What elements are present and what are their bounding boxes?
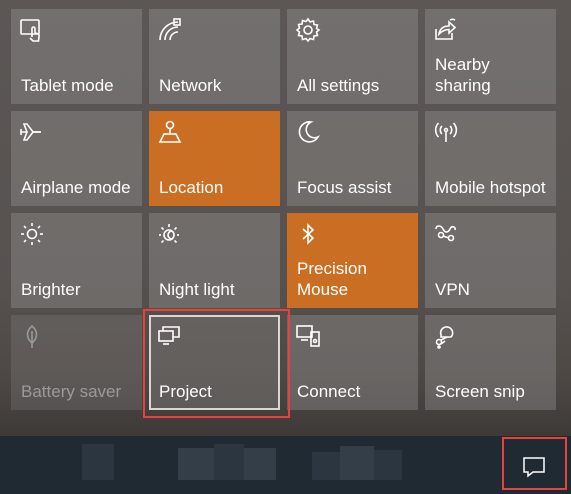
tile-mobile-hotspot[interactable]: Mobile hotspot xyxy=(425,111,556,206)
connect-icon xyxy=(296,325,320,347)
notification-chat-icon xyxy=(523,457,545,478)
tile-label: Night light xyxy=(159,280,235,299)
tile-tablet-mode[interactable]: Tablet mode xyxy=(11,9,142,104)
tile-vpn[interactable]: VPN xyxy=(425,213,556,308)
taskbar-blurred-item xyxy=(214,444,244,480)
tile-project[interactable]: Project xyxy=(149,315,280,410)
tile-label: Airplane mode xyxy=(21,178,131,197)
tile-connect[interactable]: Connect xyxy=(287,315,418,410)
airplane-icon xyxy=(20,123,41,141)
tile-nearby-sharing[interactable]: Nearby sharing xyxy=(425,9,556,104)
action-center-button[interactable] xyxy=(510,451,558,483)
taskbar xyxy=(0,436,571,494)
bluetooth-icon xyxy=(302,223,315,245)
tile-label: Project xyxy=(159,382,212,401)
taskbar-blurred-item xyxy=(340,446,374,480)
tile-label: Battery saver xyxy=(21,382,122,401)
tile-label: Brighter xyxy=(21,280,81,299)
taskbar-blurred-item xyxy=(374,450,402,480)
tile-label: Screen snip xyxy=(435,382,525,401)
taskbar-blurred-item xyxy=(178,448,214,480)
tile-label: Focus assist xyxy=(297,178,392,197)
tile-night-light[interactable]: Night light xyxy=(149,213,280,308)
tile-screen-snip[interactable]: Screen snip xyxy=(425,315,556,410)
tile-label: VPN xyxy=(435,280,470,299)
tile-location[interactable]: Location xyxy=(149,111,280,206)
tablet-mode-icon xyxy=(20,19,40,42)
moon-icon xyxy=(298,121,321,143)
tile-label: Tablet mode xyxy=(21,76,114,95)
nearby-sharing-icon xyxy=(435,18,457,40)
night-light-icon xyxy=(159,224,179,244)
tile-label: Connect xyxy=(297,382,361,401)
tile-label: Network xyxy=(159,76,222,95)
taskbar-blurred-item xyxy=(82,444,114,480)
battery-saver-icon xyxy=(26,324,38,348)
tile-battery-saver[interactable]: Battery saver xyxy=(11,315,142,410)
project-icon xyxy=(158,326,180,345)
screen-snip-icon xyxy=(435,326,454,349)
brightness-icon xyxy=(21,223,43,245)
tile-network[interactable]: Network xyxy=(149,9,280,104)
tile-focus-assist[interactable]: Focus assist xyxy=(287,111,418,206)
tile-all-settings[interactable]: All settings xyxy=(287,9,418,104)
tile-label: Nearby sharing xyxy=(435,55,491,95)
location-icon xyxy=(158,120,182,143)
settings-gear-icon xyxy=(295,17,321,43)
taskbar-blurred-item xyxy=(244,448,276,480)
tile-label: Location xyxy=(159,178,224,197)
taskbar-blurred-item xyxy=(312,452,340,480)
tile-airplane-mode[interactable]: Airplane mode xyxy=(11,111,142,206)
tile-precision-mouse[interactable]: Precision Mouse xyxy=(287,213,418,308)
tile-label: Precision Mouse xyxy=(297,259,367,299)
tile-label: All settings xyxy=(297,76,380,95)
hotspot-icon xyxy=(434,122,458,142)
tile-label: Mobile hotspot xyxy=(435,178,546,197)
tile-brighter[interactable]: Brighter xyxy=(11,213,142,308)
vpn-icon xyxy=(435,225,456,242)
network-icon xyxy=(159,18,181,41)
action-center-quick-actions: Tablet mode Network All settings Nearby … xyxy=(0,0,571,436)
